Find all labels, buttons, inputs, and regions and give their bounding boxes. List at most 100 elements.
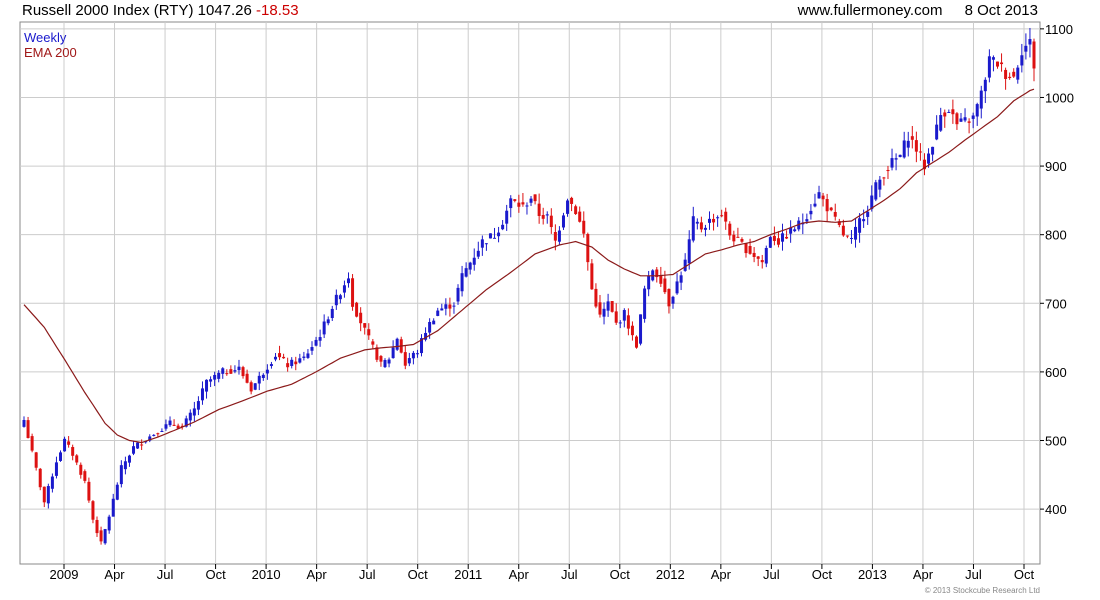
candle-body [440,308,444,311]
candle-body [71,447,75,456]
candle-body [890,158,894,168]
candle-body [570,197,574,204]
candle-body [602,308,606,317]
candle-body [209,379,213,382]
candle-body [736,236,740,238]
legend-ema: EMA 200 [24,45,77,60]
candle-body [261,374,265,379]
candle-body [436,310,440,316]
candle-body [574,206,578,215]
candle-body [273,356,277,360]
candle-body [75,455,79,463]
candle-body [330,308,334,319]
candle-body [229,369,233,374]
candle-body [858,218,862,233]
candle-body [955,113,959,125]
candle-body [50,476,54,489]
candle-body [716,217,720,219]
x-tick-label: Apr [913,567,934,582]
candle-body [878,179,882,190]
candle-body [509,198,513,209]
candle-body [42,486,46,503]
candle-body [545,214,549,216]
candle-body [647,275,651,290]
candle-body [119,465,123,485]
candle-body [383,360,387,368]
copyright-text: © 2013 Stockcube Research Ltd [924,586,1040,595]
candle-body [464,268,468,277]
candle-body [1016,67,1020,80]
y-tick-label: 800 [1045,228,1067,243]
candle-body [963,117,967,121]
x-tick-label: Oct [1014,567,1035,582]
candle-body [107,516,111,531]
candle-body [849,237,853,239]
candle-body [99,530,103,542]
candle-body [671,296,675,304]
candle-body [233,370,237,372]
x-tick-label: Jul [965,567,982,582]
x-tick-label: 2010 [252,567,281,582]
candle-body [115,484,119,500]
candle-body [322,321,326,335]
candle-body [866,211,870,217]
candle-body [776,238,780,245]
candle-body [111,498,115,517]
candle-body [756,256,760,259]
candle-body [387,359,391,364]
candle-body [367,329,371,336]
candle-body [294,361,298,365]
candle-body [1020,55,1024,66]
x-tick-label: Apr [711,567,732,582]
candle-body [428,321,432,333]
candle-body [407,358,411,364]
candle-body [87,481,91,501]
candle-body [476,250,480,257]
candle-body [468,262,472,270]
candle-body [590,263,594,290]
y-tick-label: 1000 [1045,90,1074,105]
candle-body [699,222,703,230]
candle-body [346,278,350,284]
candle-body [432,320,436,325]
candle-body [983,79,987,92]
candle-body [931,146,935,155]
candle-body [744,243,748,254]
candle-body [995,61,999,67]
candle-body [874,182,878,200]
candle-body [752,252,756,257]
candle-body [541,214,545,219]
candle-body [257,375,261,384]
x-tick-label: 2012 [656,567,685,582]
candle-body [975,104,979,117]
candle-body [67,441,71,445]
candle-body [991,57,995,60]
candle-body [821,195,825,200]
candle-body [200,388,204,401]
candle-body [237,366,241,371]
candle-body [172,424,176,426]
candle-body [740,238,744,242]
candle-body [663,278,667,293]
candle-body [760,260,764,263]
candle-body [355,302,359,317]
candle-body [951,109,955,115]
candle-body [302,356,306,358]
candle-body [549,215,553,228]
x-tick-label: 2011 [454,567,482,582]
candle-body [1024,45,1028,52]
y-tick-label: 600 [1045,365,1067,380]
candle-body [882,177,886,179]
x-tick-label: 2013 [858,567,887,582]
candle-body [375,347,379,360]
candle-body [83,471,87,481]
candle-body [513,199,517,201]
candle-body [935,124,939,140]
candle-body [34,452,38,468]
candle-body [168,420,172,426]
candle-body [979,90,983,109]
chart-legend: Weekly EMA 200 [24,30,77,60]
candle-body [452,305,456,307]
candle-body [326,319,330,324]
x-tick-label: Oct [812,567,833,582]
